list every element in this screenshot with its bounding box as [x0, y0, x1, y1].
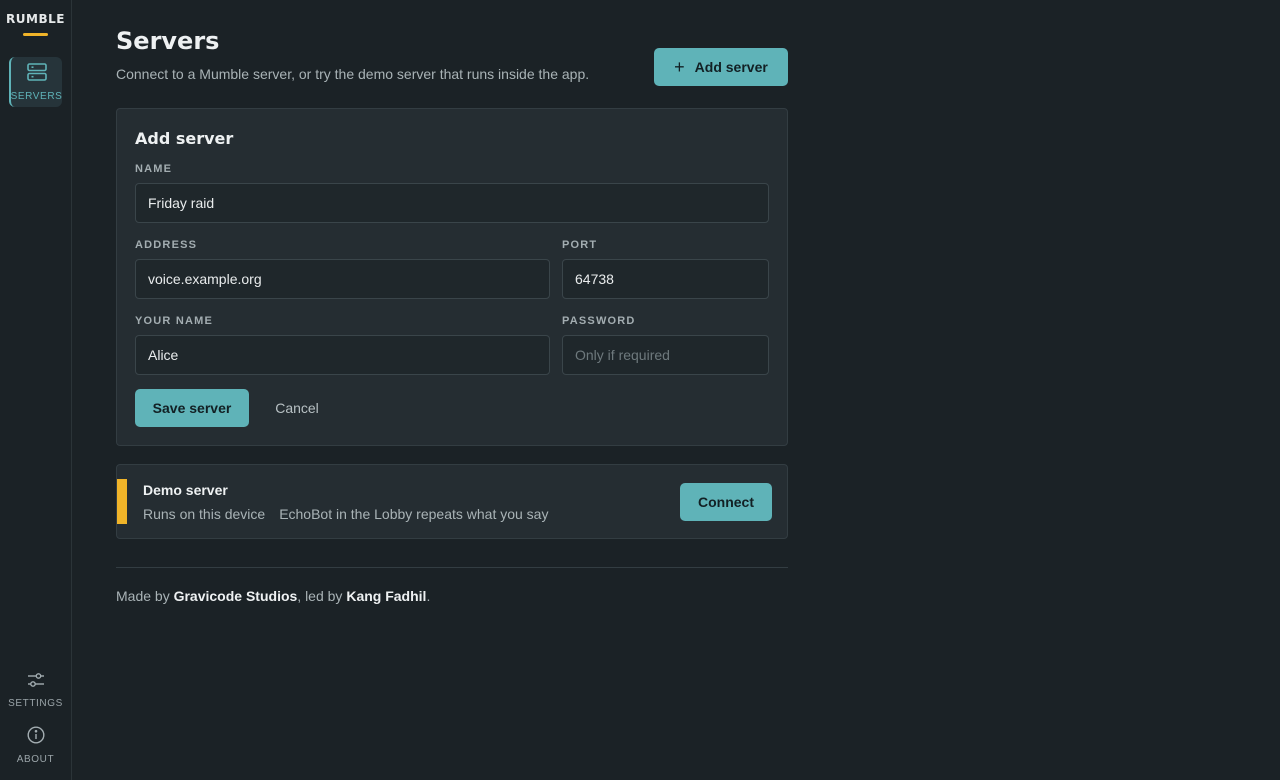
app-brand: RUMBLE — [6, 12, 65, 26]
footer-lead: Kang Fadhil — [346, 588, 427, 604]
sidebar-item-label: ABOUT — [16, 753, 55, 765]
demo-server-meta: Runs on this device EchoBot in the Lobby … — [143, 506, 548, 522]
server-icon — [26, 62, 47, 86]
sidebar-item-settings[interactable]: SETTINGS — [8, 665, 63, 715]
brand-underline — [23, 33, 48, 36]
sidebar-item-about[interactable]: ABOUT — [9, 720, 62, 770]
sidebar-item-servers[interactable]: SERVERS — [9, 57, 62, 107]
sliders-icon — [27, 672, 45, 693]
save-server-button[interactable]: Save server — [135, 389, 249, 427]
plus-icon: + — [674, 57, 685, 77]
demo-accent-bar — [117, 479, 127, 524]
demo-server-title: Demo server — [143, 482, 228, 498]
your-name-input[interactable] — [135, 335, 550, 375]
port-label: PORT — [562, 239, 598, 251]
form-title: Add server — [135, 129, 234, 148]
demo-location: Runs on this device — [143, 506, 266, 522]
name-label: NAME — [135, 163, 173, 175]
password-label: PASSWORD — [562, 315, 636, 327]
footer-middle: , led by — [297, 588, 347, 604]
sidebar: RUMBLE SERVERS SETTINGS ABOUT — [0, 0, 72, 780]
footer-studio: Gravicode Studios — [173, 588, 298, 604]
sidebar-item-label: SETTINGS — [8, 697, 63, 709]
port-input[interactable] — [562, 259, 769, 299]
your-name-label: YOUR NAME — [135, 315, 214, 327]
add-server-form: Add server NAME ADDRESS PORT YOUR NAME P… — [116, 108, 788, 446]
add-server-label: Add server — [694, 59, 768, 75]
add-server-button[interactable]: + Add server — [654, 48, 788, 86]
demo-server-card: Demo server Runs on this device EchoBot i… — [116, 464, 788, 539]
password-input[interactable] — [562, 335, 769, 375]
footer-divider — [116, 567, 788, 568]
sidebar-item-label: SERVERS — [10, 90, 63, 102]
connect-button[interactable]: Connect — [680, 483, 772, 521]
cancel-button[interactable]: Cancel — [261, 389, 333, 427]
name-input[interactable] — [135, 183, 769, 223]
footer-suffix: . — [426, 588, 431, 604]
footer-prefix: Made by — [116, 588, 174, 604]
address-label: ADDRESS — [135, 239, 198, 251]
demo-description: EchoBot in the Lobby repeats what you sa… — [279, 506, 549, 522]
footer-credits: Made by Gravicode Studios, led by Kang F… — [116, 588, 430, 604]
page-subtitle: Connect to a Mumble server, or try the d… — [116, 66, 590, 82]
page-title: Servers — [116, 27, 220, 55]
info-icon — [26, 725, 45, 749]
address-input[interactable] — [135, 259, 550, 299]
